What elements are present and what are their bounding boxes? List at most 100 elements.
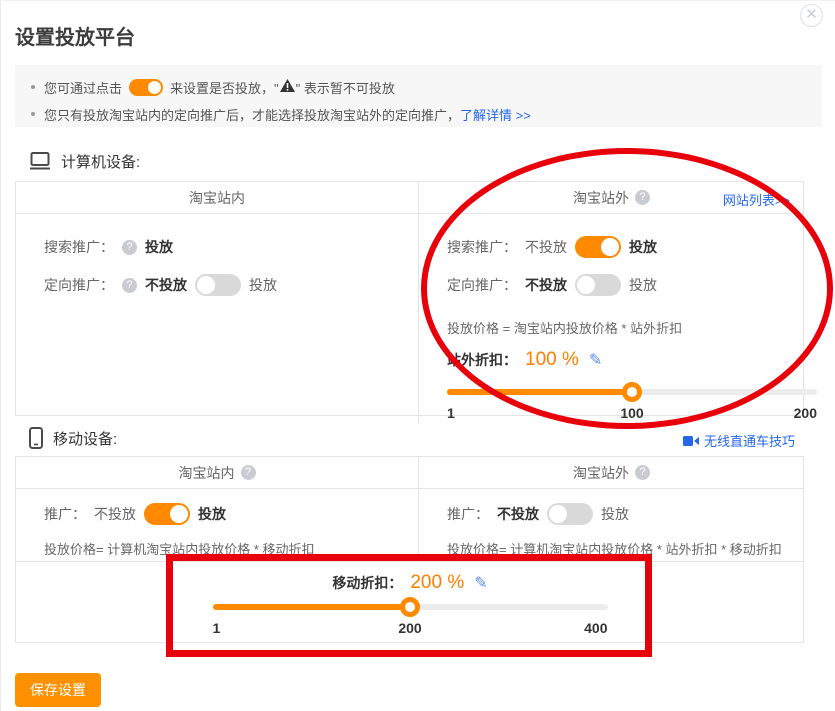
notice-line-1: 您可通过点击 来设置是否投放，" " 表示暂不可投放 <box>27 75 806 99</box>
target-promo-row: 定向推广： 不投放 投放 <box>447 266 790 304</box>
state-on-label: 投放 <box>629 275 657 295</box>
state-off-label: 不投放 <box>94 504 136 524</box>
mobile-discount-cell: 移动折扣： 200 % ✎ 1 200 400 <box>16 561 804 642</box>
computer-section-title: 计算机设备: <box>61 151 140 172</box>
slider-handle[interactable] <box>400 597 420 617</box>
toggle-knob <box>197 276 215 294</box>
search-promo-row: 搜索推广： ? 投放 <box>44 228 404 266</box>
help-icon[interactable]: ? <box>635 190 650 205</box>
computer-icon <box>29 152 51 171</box>
tick-max: 400 <box>584 620 607 636</box>
slider-handle[interactable] <box>622 382 642 402</box>
help-icon[interactable]: ? <box>241 465 256 480</box>
column-title: 淘宝站内 <box>189 188 245 208</box>
mobile-onsite-cell: 推广： 不投放 投放 投放价格= 计算机淘宝站内投放价格 * 移动折扣 <box>16 489 419 561</box>
mobile-offsite-formula: 投放价格= 计算机淘宝站内投放价格 * 站外折扣 * 移动折扣 <box>447 539 790 558</box>
state-on-label: 投放 <box>198 504 226 524</box>
offsite-discount-slider[interactable]: 1 100 200 <box>447 389 817 423</box>
site-list-link[interactable]: 网站列表>> <box>723 190 790 209</box>
slider-ticks: 1 100 200 <box>447 405 817 423</box>
search-promo-row: 搜索推广： 不投放 投放 <box>447 228 790 266</box>
state-on-label: 投放 <box>629 237 657 257</box>
mobile-section-header: 移动设备: <box>29 427 117 449</box>
column-title: 淘宝站内 <box>179 463 235 483</box>
edit-icon[interactable]: ✎ <box>589 350 602 370</box>
warning-icon <box>280 79 295 95</box>
notice-box: 您可通过点击 来设置是否投放，" " 表示暂不可投放 您只有投放淘宝站内的定向推… <box>15 65 822 127</box>
notice-line-2: 您只有投放淘宝站内的定向推广后，才能选择投放淘宝站外的定向推广， 了解详情 >> <box>27 102 806 126</box>
offsite-target-toggle[interactable] <box>575 274 621 296</box>
mobile-discount-label: 移动折扣： <box>332 573 402 593</box>
help-icon[interactable]: ? <box>122 278 137 293</box>
offsite-price-formula: 投放价格 = 淘宝站内投放价格 * 站外折扣 <box>447 318 790 337</box>
notice-text: 您只有投放淘宝站内的定向推广后，才能选择投放淘宝站外的定向推广， <box>44 105 460 124</box>
toggle-knob <box>170 505 188 523</box>
notice-text: 来设置是否投放，" <box>170 78 279 97</box>
mobile-offsite-toggle[interactable] <box>547 503 593 525</box>
promo-row: 推广： 不投放 投放 <box>44 495 404 533</box>
mobile-onsite-header: 淘宝站内 ? <box>16 457 419 489</box>
wireless-tips-label: 无线直通车技巧 <box>704 431 795 450</box>
example-toggle[interactable] <box>129 79 163 96</box>
close-icon[interactable]: ✕ <box>800 4 823 27</box>
search-promo-label: 搜索推广： <box>447 237 517 257</box>
state-off-label: 不投放 <box>525 237 567 257</box>
state-off-label: 不投放 <box>497 504 539 524</box>
set-platform-dialog: 设置投放平台 ✕ 您可通过点击 来设置是否投放，" " 表示暂不可投放 您只有投… <box>0 0 835 711</box>
mobile-onsite-formula: 投放价格= 计算机淘宝站内投放价格 * 移动折扣 <box>44 539 404 558</box>
offsite-discount-value: 100 % <box>525 349 579 371</box>
mobile-section-title: 移动设备: <box>53 428 117 449</box>
notice-text: " 表示暂不可投放 <box>296 78 395 97</box>
slider-fill <box>213 604 411 610</box>
target-promo-label: 定向推广： <box>44 275 114 295</box>
mobile-table: 淘宝站内 ? 淘宝站外 ? 推广： 不投放 投放 投放价格= 计算机淘宝站内投放… <box>15 456 804 643</box>
computer-table: 淘宝站内 淘宝站外 ? 网站列表>> 搜索推广： ? 投放 定向推广： ? 不投… <box>15 181 804 416</box>
toggle-knob <box>577 276 595 294</box>
state-on-label: 投放 <box>249 275 277 295</box>
computer-onsite-cell: 搜索推广： ? 投放 定向推广： ? 不投放 投放 <box>16 214 419 423</box>
mobile-discount-value: 200 % <box>410 572 464 594</box>
mobile-offsite-header: 淘宝站外 ? <box>419 457 804 489</box>
page-title: 设置投放平台 <box>15 21 135 50</box>
column-title: 淘宝站外 <box>573 463 629 483</box>
help-icon[interactable]: ? <box>635 465 650 480</box>
wireless-tips-link[interactable]: 无线直通车技巧 <box>683 431 795 450</box>
offsite-search-toggle[interactable] <box>575 236 621 258</box>
promo-row: 推广： 不投放 投放 <box>447 495 790 533</box>
search-promo-label: 搜索推广： <box>44 237 114 257</box>
mobile-onsite-toggle[interactable] <box>144 503 190 525</box>
notice-text: 您可通过点击 <box>44 78 122 97</box>
tick-mid: 200 <box>398 620 421 636</box>
offsite-discount-label: 站外折扣： <box>447 350 517 370</box>
promo-label: 推广： <box>447 504 489 524</box>
slider-fill <box>447 389 632 395</box>
computer-offsite-header: 淘宝站外 ? 网站列表>> <box>419 182 804 214</box>
bullet-dot <box>31 112 35 116</box>
mobile-icon <box>29 427 43 449</box>
edit-icon[interactable]: ✎ <box>474 573 487 593</box>
state-on-label: 投放 <box>601 504 629 524</box>
toggle-knob <box>148 81 161 94</box>
search-promo-state: 投放 <box>145 237 173 257</box>
mobile-offsite-cell: 推广： 不投放 投放 投放价格= 计算机淘宝站内投放价格 * 站外折扣 * 移动… <box>419 489 804 561</box>
computer-onsite-header: 淘宝站内 <box>16 182 419 214</box>
mobile-discount-line: 移动折扣： 200 % ✎ <box>16 572 804 594</box>
tick-min: 1 <box>447 405 455 421</box>
target-promo-label: 定向推广： <box>447 275 517 295</box>
toggle-knob <box>601 238 619 256</box>
video-icon <box>683 435 699 447</box>
mobile-discount-slider[interactable]: 1 200 400 <box>213 604 608 638</box>
target-promo-row: 定向推广： ? 不投放 投放 <box>44 266 404 304</box>
save-settings-button[interactable]: 保存设置 <box>15 673 101 707</box>
computer-section-header: 计算机设备: <box>29 151 140 172</box>
tick-mid: 100 <box>620 405 643 421</box>
learn-more-link[interactable]: 了解详情 >> <box>460 105 531 124</box>
help-icon[interactable]: ? <box>122 240 137 255</box>
state-off-label: 不投放 <box>525 275 567 295</box>
onsite-target-toggle[interactable] <box>195 274 241 296</box>
toggle-knob <box>549 505 567 523</box>
tick-max: 200 <box>794 405 817 421</box>
offsite-discount-line: 站外折扣： 100 % ✎ <box>447 349 790 371</box>
slider-ticks: 1 200 400 <box>213 620 608 638</box>
computer-offsite-cell: 搜索推广： 不投放 投放 定向推广： 不投放 投放 投放价格 = 淘宝站内投放价… <box>419 214 804 423</box>
